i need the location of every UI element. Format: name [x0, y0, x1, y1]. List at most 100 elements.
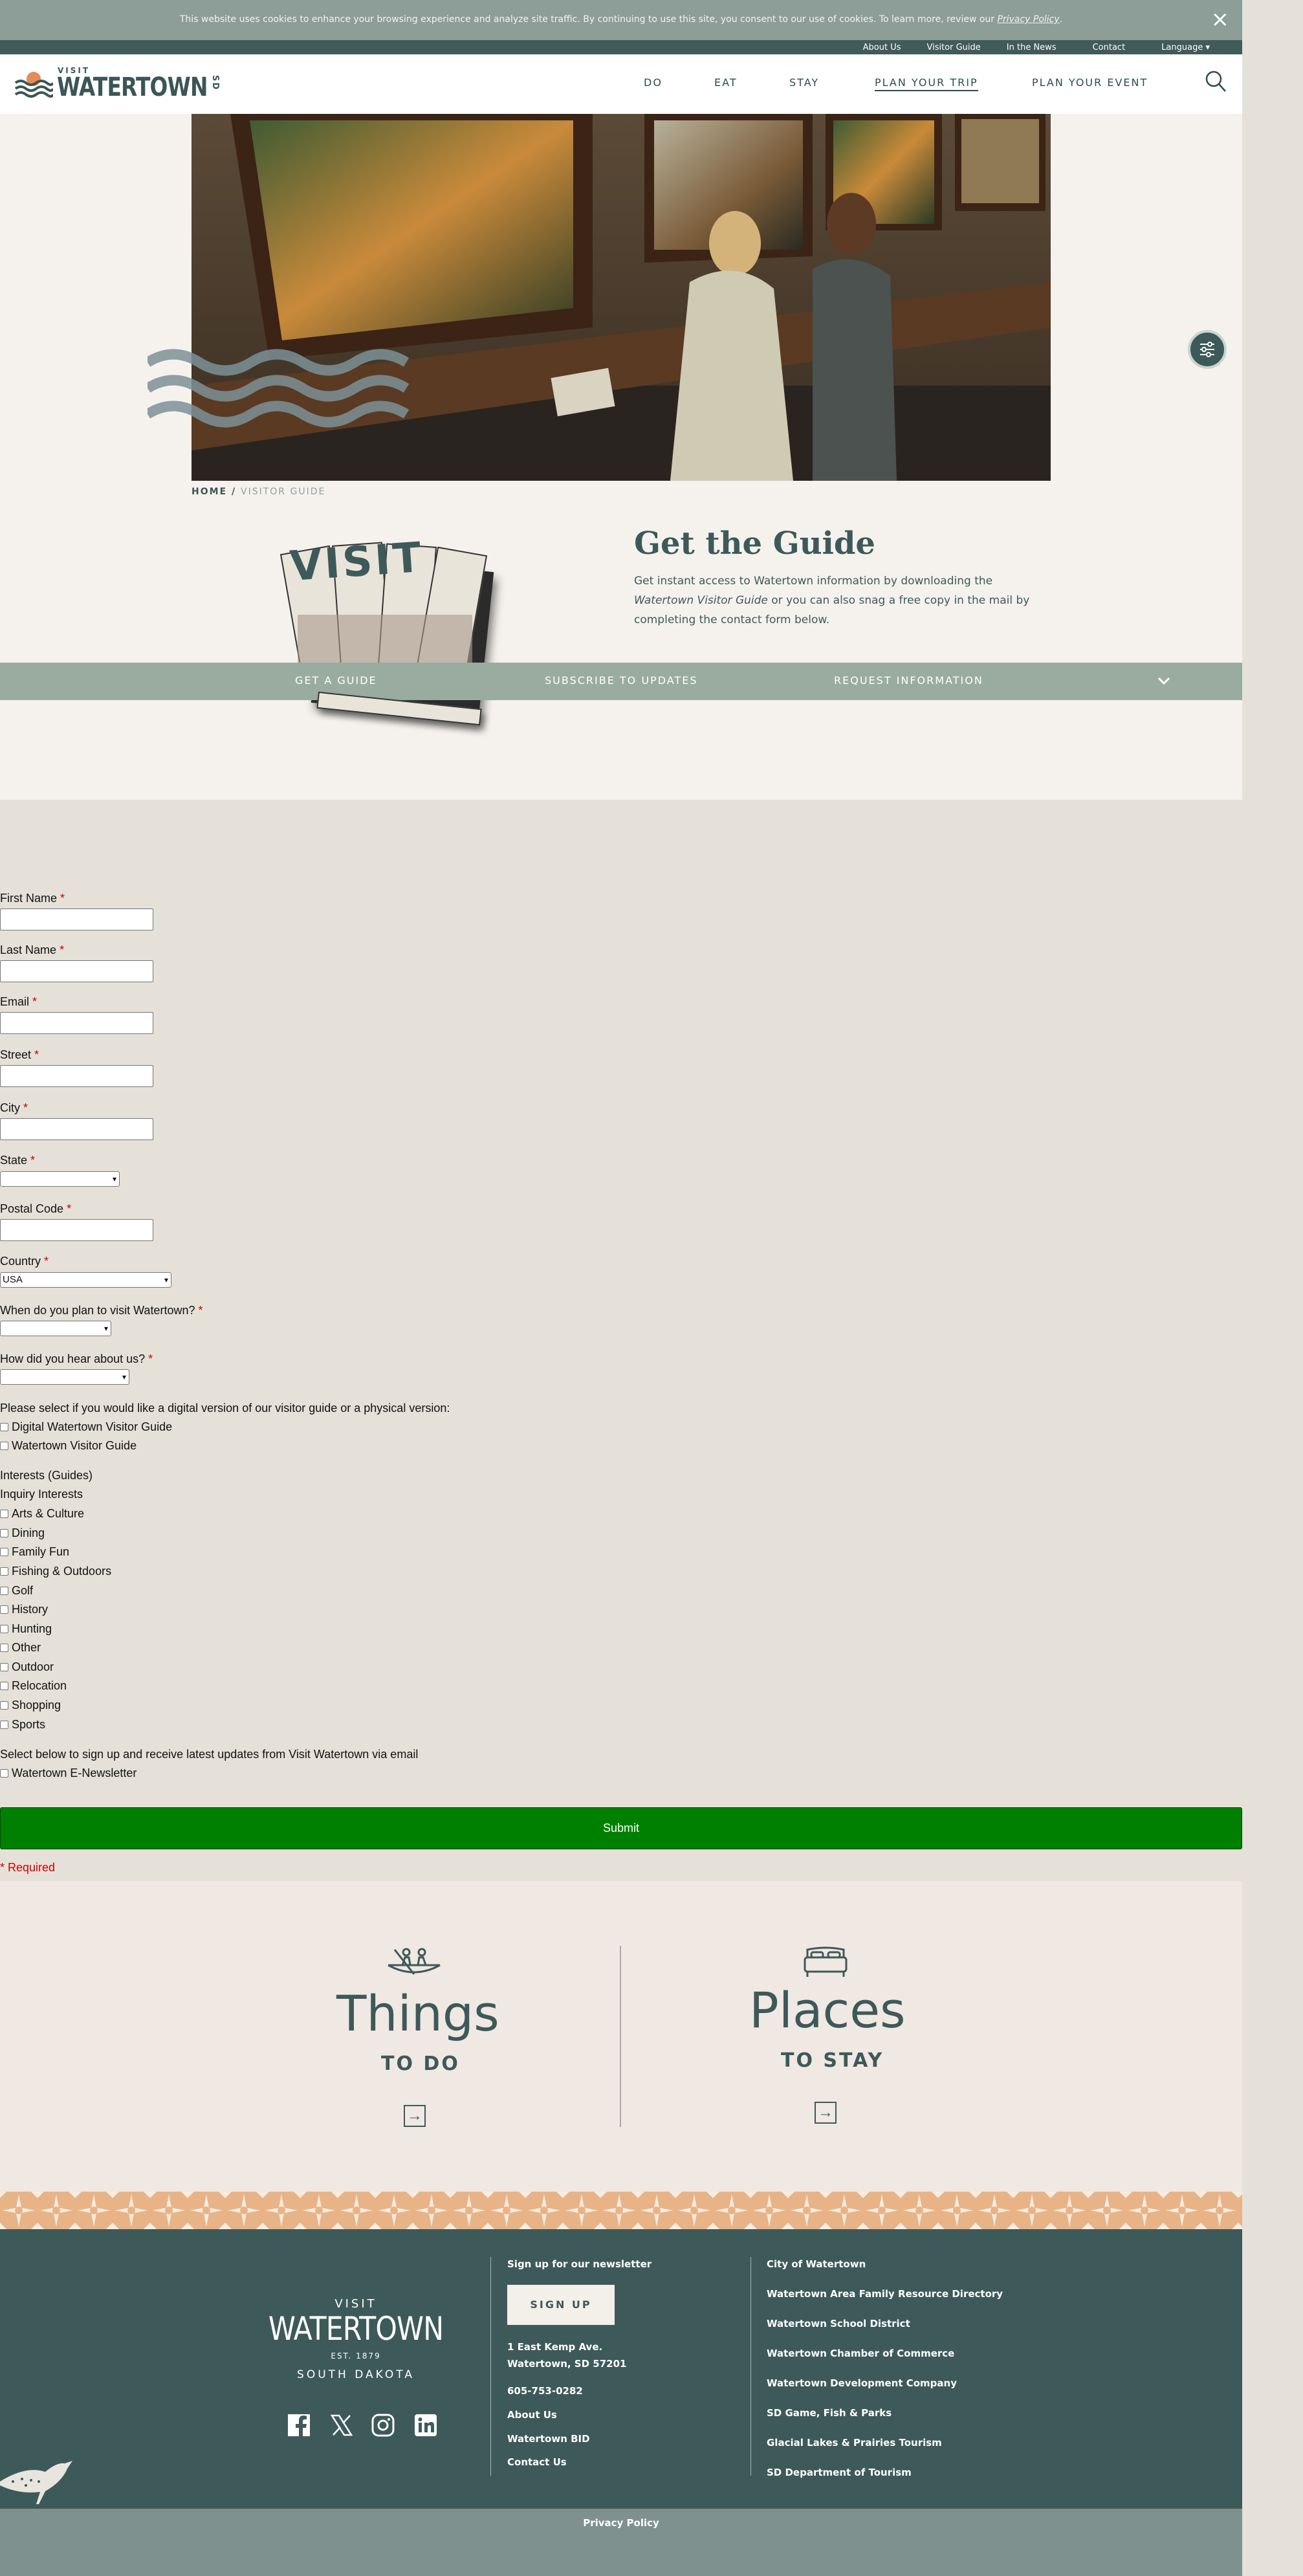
things-arrow-icon[interactable]: → [404, 2105, 426, 2127]
nav-eat[interactable]: EAT [714, 76, 738, 89]
signup-button[interactable]: SIGN UP [507, 2285, 615, 2325]
places-heading[interactable]: Places [749, 1981, 906, 2039]
last-name-input[interactable] [0, 960, 153, 982]
footer-link[interactable]: Watertown Chamber of Commerce [767, 2348, 954, 2359]
footer-link[interactable]: Contact Us [507, 2456, 567, 2468]
footer-address-2: Watertown, SD 57201 [507, 2358, 627, 2370]
breadcrumb-separator: / [227, 487, 241, 497]
search-icon[interactable] [1205, 70, 1227, 93]
street-label: Street * [0, 1048, 39, 1061]
guide-cover-text: VISIT [288, 533, 426, 591]
cookie-text: This website uses cookies to enhance you… [0, 14, 1242, 25]
utility-link-about[interactable]: About Us [863, 43, 901, 52]
first-name-input[interactable] [0, 908, 153, 930]
footer-link[interactable]: SD Department of Tourism [767, 2467, 912, 2478]
interest-checkbox[interactable]: Relocation [0, 1679, 67, 1693]
footer-address-1: 1 East Kemp Ave. [507, 2341, 603, 2353]
footer-link[interactable]: SD Game, Fish & Parks [767, 2407, 892, 2419]
tab-bar: GET A GUIDE SUBSCRIBE TO UPDATES REQUEST… [0, 663, 1242, 700]
chevron-down-icon[interactable] [1157, 676, 1171, 686]
footer-link[interactable]: Watertown Area Family Resource Directory [767, 2288, 1003, 2300]
linkedin-icon[interactable] [414, 2414, 437, 2437]
footer-phone[interactable]: 605-753-0282 [507, 2385, 583, 2397]
tab-subscribe[interactable]: SUBSCRIBE TO UPDATES [545, 674, 698, 687]
guide-desc-em: Watertown Visitor Guide [634, 594, 768, 607]
footer-link[interactable]: About Us [507, 2409, 557, 2421]
state-select[interactable]: ▾ [0, 1171, 120, 1187]
utility-link-visitor-guide[interactable]: Visitor Guide [926, 43, 980, 52]
footer-link[interactable]: Watertown BID [507, 2433, 590, 2445]
newsletter-checkbox[interactable]: Watertown E-Newsletter [0, 1767, 137, 1780]
state-label: State * [0, 1154, 36, 1167]
country-select[interactable]: USA ▾ [0, 1272, 171, 1288]
footer-logo-name[interactable]: WATERTOWN [268, 2310, 444, 2348]
filter-button[interactable] [1188, 330, 1227, 369]
nav-stay[interactable]: STAY [789, 76, 819, 89]
star-pattern [0, 2192, 1242, 2229]
cookie-banner: This website uses cookies to enhance you… [0, 0, 1242, 40]
guide-description: Get instant access to Watertown informat… [634, 571, 1048, 630]
nav-do[interactable]: DO [644, 76, 662, 89]
tab-request-info[interactable]: REQUEST INFORMATION [834, 674, 983, 687]
submit-button[interactable]: Submit [0, 1807, 1242, 1849]
utility-links: About Us Visitor Guide In the News Conta… [837, 40, 1210, 54]
postal-code-input[interactable] [0, 1219, 153, 1241]
pheasant-icon [0, 2461, 72, 2504]
interest-checkbox[interactable]: Sports [0, 1718, 45, 1732]
facebook-icon[interactable] [287, 2414, 311, 2437]
decorative-pattern [0, 2192, 1242, 2229]
places-subheading: TO STAY [781, 2049, 884, 2072]
instagram-icon[interactable] [371, 2414, 395, 2437]
street-input[interactable] [0, 1065, 153, 1087]
interest-checkbox[interactable]: Golf [0, 1584, 33, 1598]
breadcrumb-home[interactable]: HOME [192, 487, 227, 497]
utility-link-contact[interactable]: Contact [1093, 43, 1126, 52]
close-icon[interactable]: × [1211, 6, 1230, 32]
cookie-privacy-link[interactable]: Privacy Policy [998, 14, 1060, 25]
hear-about-select[interactable]: ▾ [0, 1369, 129, 1385]
footer-divider [750, 2257, 751, 2476]
page-title: Get the Guide [634, 525, 875, 562]
interest-checkbox[interactable]: Arts & Culture [0, 1507, 84, 1521]
x-icon[interactable] [330, 2414, 353, 2437]
city-label: City * [0, 1101, 28, 1114]
interest-checkbox[interactable]: Other [0, 1641, 41, 1655]
footer-link[interactable]: Watertown Development Company [767, 2377, 957, 2389]
logo-sd: SD [210, 75, 220, 91]
things-subheading: TO DO [381, 2053, 460, 2075]
required-note: * Required [0, 1861, 56, 1874]
footer-logo-est: EST. 1879 [331, 2351, 381, 2361]
logo-name: WATERTOWN [57, 72, 208, 102]
interest-checkbox[interactable]: Shopping [0, 1699, 61, 1712]
footer-link[interactable]: City of Watertown [767, 2258, 866, 2270]
interest-checkbox[interactable]: Family Fun [0, 1545, 69, 1559]
tab-get-a-guide[interactable]: GET A GUIDE [295, 674, 377, 687]
interest-checkbox[interactable]: History [0, 1603, 48, 1616]
nav-plan-your-trip[interactable]: PLAN YOUR TRIP [875, 76, 978, 91]
interest-checkbox[interactable]: Outdoor [0, 1660, 54, 1674]
email-input[interactable] [0, 1012, 153, 1034]
privacy-policy-link[interactable]: Privacy Policy [0, 2517, 1242, 2529]
nav-plan-your-event[interactable]: PLAN YOUR EVENT [1032, 76, 1148, 89]
version-physical-checkbox[interactable]: Watertown Visitor Guide [0, 1439, 137, 1453]
interest-checkbox[interactable]: Fishing & Outdoors [0, 1565, 111, 1578]
places-arrow-icon[interactable]: → [815, 2102, 837, 2124]
breadcrumb: HOME / VISITOR GUIDE [192, 487, 325, 497]
utility-link-news[interactable]: In the News [1007, 43, 1057, 52]
city-input[interactable] [0, 1118, 153, 1140]
site-logo[interactable]: VISIT WATERTOWN SD [14, 66, 220, 105]
postal-code-label: Postal Code * [0, 1202, 72, 1215]
interest-checkbox[interactable]: Hunting [0, 1622, 52, 1636]
language-dropdown[interactable]: Language ▾ [1161, 43, 1210, 52]
promo-divider [620, 1946, 621, 2127]
things-heading[interactable]: Things [336, 1985, 499, 2042]
version-digital-checkbox[interactable]: Digital Watertown Visitor Guide [0, 1420, 172, 1434]
visit-time-select[interactable]: ▾ [0, 1321, 111, 1336]
utility-bar: About Us Visitor Guide In the News Conta… [0, 40, 1242, 54]
footer-link[interactable]: Glacial Lakes & Prairies Tourism [767, 2437, 942, 2449]
last-name-label: Last Name * [0, 943, 65, 956]
canoe-icon [388, 1948, 441, 1975]
interest-checkbox[interactable]: Dining [0, 1526, 45, 1540]
cookie-period: . [1059, 14, 1063, 25]
footer-link[interactable]: Watertown School District [767, 2318, 910, 2329]
